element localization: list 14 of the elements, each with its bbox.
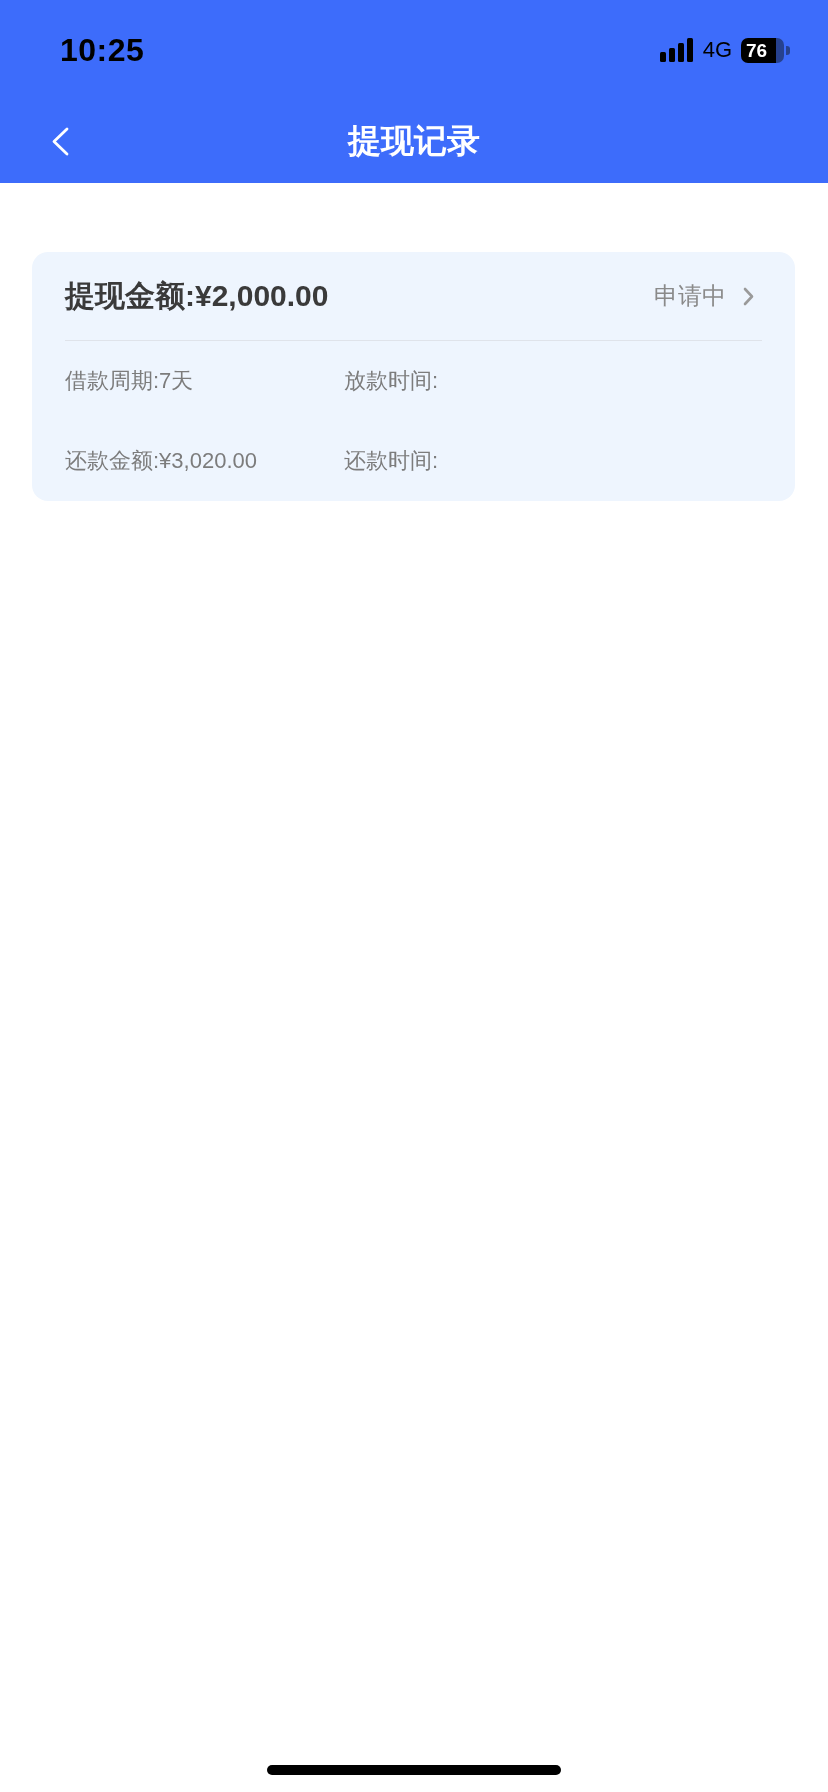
page-title: 提现记录 (348, 121, 480, 161)
record-field: 还款时间: (344, 446, 439, 476)
network-type: 4G (702, 37, 732, 63)
record-field: 还款金额:¥3,020.00 (65, 446, 257, 476)
signal-icon (659, 38, 694, 62)
record-field: 借款周期:7天 (65, 366, 194, 396)
record-field: 放款时间: (344, 366, 439, 396)
withdrawal-amount: 提现金额:¥2,000.00 (65, 277, 329, 314)
record-card[interactable]: 提现金额:¥2,000.00 申请中 借款周期:7天 放款时间: 还款金额:¥3,020.00 还款时间: (32, 252, 795, 501)
status-time: 10:25 (60, 31, 145, 69)
battery-percent: 76 (746, 40, 768, 60)
record-status: 申请中 (654, 281, 726, 311)
chevron-right-icon (743, 286, 754, 306)
back-icon[interactable] (50, 127, 70, 156)
